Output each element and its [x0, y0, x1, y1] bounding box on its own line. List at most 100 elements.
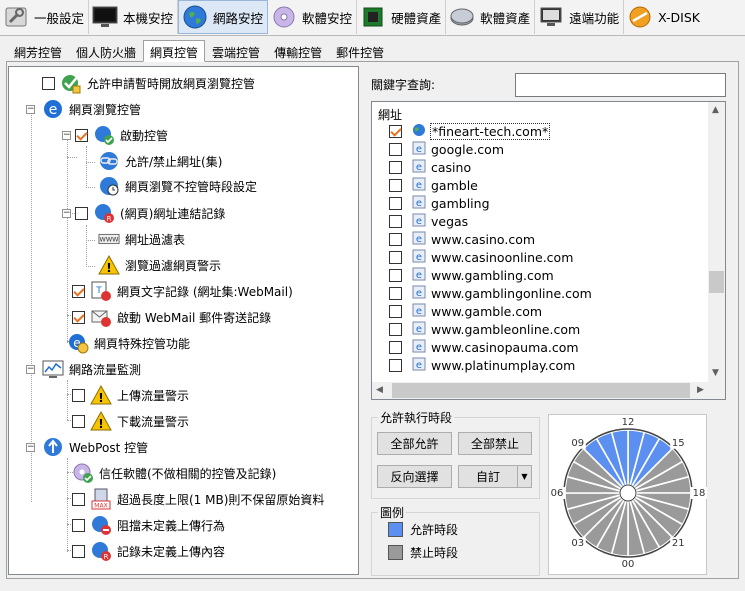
url-list-item[interactable]: e www.casinoonline.com	[389, 248, 573, 266]
tab-mail-control[interactable]: 郵件控管	[329, 40, 391, 62]
tree-item-no-control-period[interactable]: 網頁瀏覽不控管時段設定	[93, 174, 257, 198]
url-checkbox[interactable]	[389, 358, 402, 372]
tree-item-url-link-log[interactable]: − R (網頁)網址連結記錄	[62, 201, 225, 225]
tree-item-webmail-log[interactable]: 啟動 WebMail 郵件寄送記錄	[72, 305, 271, 329]
toolbar-hardware-assets[interactable]: 硬體資產	[357, 0, 447, 34]
download-warning-checkbox[interactable]	[72, 414, 85, 428]
log-undefined-checkbox[interactable]	[72, 544, 85, 558]
scroll-thumb[interactable]	[392, 383, 690, 398]
allow-all-button[interactable]: 全部允許	[377, 432, 452, 455]
webmail-log-checkbox[interactable]	[72, 310, 85, 324]
svg-text:e: e	[416, 360, 422, 371]
url-checkbox[interactable]	[389, 160, 402, 174]
collapse-toggle[interactable]: −	[62, 208, 71, 218]
toolbar-general-settings[interactable]: 一般設定	[0, 0, 90, 34]
url-checkbox[interactable]	[389, 340, 402, 354]
tree-item-filter-warning[interactable]: ! 瀏覽過濾網頁警示	[93, 253, 221, 277]
scroll-down-icon[interactable]: ▼	[712, 368, 719, 378]
url-checkbox[interactable]	[389, 286, 402, 300]
tab-personal-firewall[interactable]: 個人防火牆	[69, 40, 143, 62]
tab-cloud-control[interactable]: 雲端控管	[205, 40, 267, 62]
tab-transfer-control[interactable]: 傳輸控管	[267, 40, 329, 62]
tree-label: 網路流量監測	[69, 362, 142, 377]
tree-item-log-undefined[interactable]: R 記錄未定義上傳內容	[72, 539, 225, 563]
url-checkbox[interactable]	[389, 268, 402, 282]
warning-icon: !	[98, 254, 120, 276]
scroll-left-icon[interactable]: ◀	[376, 385, 383, 395]
tree-item-block-undefined[interactable]: 阻擋未定義上傳行為	[72, 513, 225, 537]
tree-item-trusted-software[interactable]: 信任軟體(不做相關的控管及記錄)	[72, 461, 276, 485]
custom-button[interactable]: 自訂	[458, 465, 518, 488]
svg-text:e: e	[416, 216, 422, 227]
url-checkbox[interactable]	[389, 124, 402, 138]
url-text: *fineart-tech.com*	[429, 122, 551, 140]
toolbar-software-control[interactable]: 軟體安控	[268, 0, 358, 34]
url-list-item[interactable]: e www.gambling.com	[389, 266, 554, 284]
url-list-item[interactable]: e www.gamblingonline.com	[389, 284, 592, 302]
toolbar-network-control[interactable]: 網路安控	[178, 0, 269, 34]
tree-item-web-browse[interactable]: − e 網頁瀏覽控管	[26, 97, 141, 121]
tab-web-control[interactable]: 網頁控管	[143, 40, 206, 62]
toolbar-x-disk[interactable]: X-DISK	[624, 0, 704, 34]
keyword-input[interactable]	[515, 73, 726, 97]
tree-item-download-warning[interactable]: ! 下載流量警示	[72, 409, 189, 433]
url-list-item[interactable]: e www.gamble.com	[389, 302, 542, 320]
warning-icon: !	[90, 410, 112, 432]
collapse-toggle[interactable]: −	[26, 364, 35, 374]
vertical-scrollbar[interactable]: ▲ ▼	[708, 102, 725, 383]
url-list-item[interactable]: e vegas	[389, 212, 468, 230]
url-list-item[interactable]: e www.gambleonline.com	[389, 320, 580, 338]
url-checkbox[interactable]	[389, 250, 402, 264]
tree-item-size-limit[interactable]: MAX 超過長度上限(1 MB)則不保留原始資料	[72, 487, 324, 511]
tree-item-allow-block-urls[interactable]: 允許/禁止網址(集)	[93, 149, 222, 173]
collapse-toggle[interactable]: −	[26, 442, 35, 452]
url-list-item[interactable]: e gambling	[389, 194, 490, 212]
size-limit-checkbox[interactable]	[72, 492, 85, 506]
tree-item-traffic-monitor[interactable]: − 網路流量監測	[26, 357, 141, 381]
scroll-up-icon[interactable]: ▲	[712, 105, 719, 115]
url-text: www.gambling.com	[431, 267, 554, 283]
url-checkbox[interactable]	[389, 142, 402, 156]
tree-item-allow-request[interactable]: 允許申請暫時開放網頁瀏覽控管	[42, 71, 255, 95]
url-checkbox[interactable]	[389, 178, 402, 192]
url-checkbox[interactable]	[389, 304, 402, 318]
collapse-toggle[interactable]: −	[62, 130, 71, 140]
tree-item-url-filter-table[interactable]: WWW 網址過濾表	[93, 227, 185, 251]
tree-item-enable-control[interactable]: − 啟動控管	[62, 123, 168, 147]
allow-request-checkbox[interactable]	[42, 76, 55, 90]
tree-item-webpost[interactable]: − WebPost 控管	[26, 435, 148, 459]
time-period-clock[interactable]: 12 15 18 21 00 03 06 09	[548, 414, 707, 575]
url-list-item[interactable]: e www.casino.com	[389, 230, 535, 248]
text-log-checkbox[interactable]	[72, 284, 85, 298]
clock-dial[interactable]: 12 15 18 21 00 03 06 09	[549, 415, 708, 576]
horizontal-scrollbar[interactable]: ◀ ▶	[372, 382, 710, 399]
tree-item-text-log[interactable]: T 網頁文字記錄 (網址集:WebMail)	[72, 279, 293, 303]
toolbar-local-control[interactable]: 本機安控	[89, 0, 179, 34]
enable-control-checkbox[interactable]	[75, 128, 88, 142]
tab-network-share[interactable]: 網芳控管	[7, 40, 69, 62]
tree-item-upload-warning[interactable]: ! 上傳流量警示	[72, 383, 189, 407]
url-list-item[interactable]: e google.com	[389, 140, 504, 158]
invert-selection-button[interactable]: 反向選擇	[377, 465, 452, 488]
url-checkbox[interactable]	[389, 196, 402, 210]
url-checkbox[interactable]	[389, 232, 402, 246]
collapse-toggle[interactable]: −	[26, 104, 35, 114]
url-list-item[interactable]: e gamble	[389, 176, 478, 194]
url-list-item[interactable]: e www.casinopauma.com	[389, 338, 579, 356]
scroll-thumb[interactable]	[709, 271, 724, 293]
url-list-item[interactable]: e casino	[389, 158, 471, 176]
svg-text:e: e	[416, 270, 422, 281]
url-list-item[interactable]: e www.platinumplay.com	[389, 356, 575, 374]
block-undefined-checkbox[interactable]	[72, 518, 85, 532]
upload-warning-checkbox[interactable]	[72, 388, 85, 402]
toolbar-remote-functions[interactable]: 遠端功能	[535, 0, 625, 34]
tree-item-special-control[interactable]: e 網頁特殊控管功能	[62, 331, 190, 355]
url-checkbox[interactable]	[389, 322, 402, 336]
scroll-right-icon[interactable]: ▶	[697, 385, 704, 395]
toolbar-software-assets[interactable]: 軟體資產	[446, 0, 536, 34]
deny-all-button[interactable]: 全部禁止	[458, 432, 532, 455]
custom-dropdown-button[interactable]: ▼	[517, 465, 532, 488]
url-list-item[interactable]: *fineart-tech.com*	[389, 122, 551, 140]
url-link-log-checkbox[interactable]	[75, 206, 88, 220]
url-checkbox[interactable]	[389, 214, 402, 228]
